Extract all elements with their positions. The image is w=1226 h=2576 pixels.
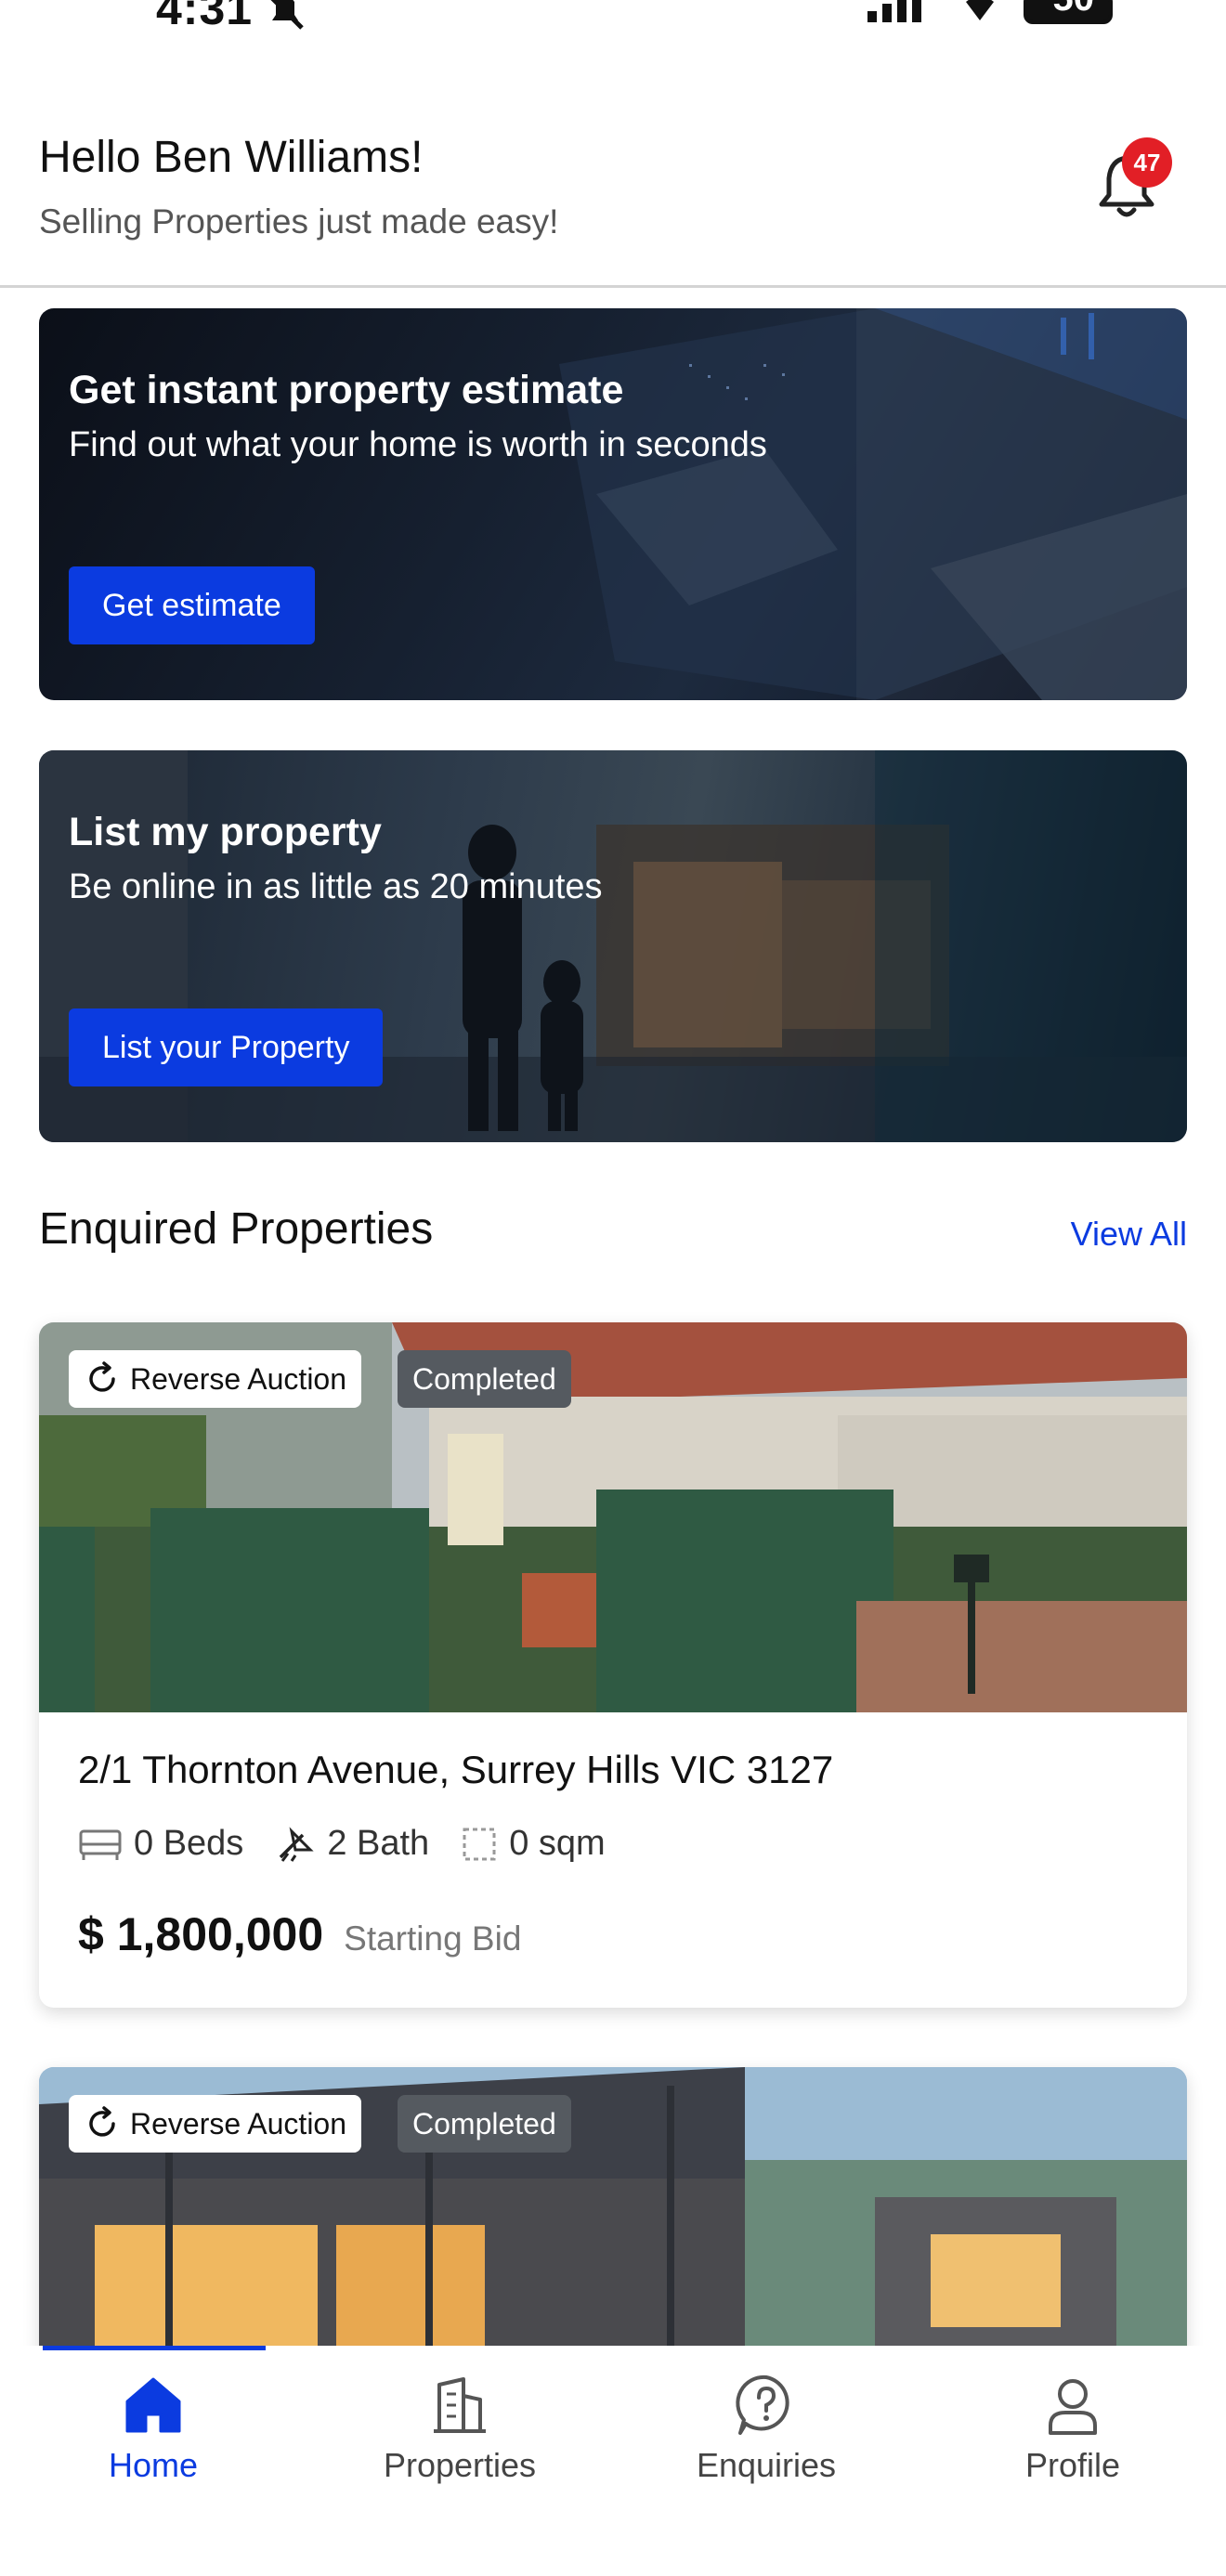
nav-home-label: Home bbox=[108, 2446, 199, 2484]
section-title: Enquired Properties bbox=[39, 1204, 434, 1254]
nav-profile-label: Profile bbox=[1024, 2446, 1121, 2484]
refresh-icon bbox=[89, 1361, 115, 1392]
get-estimate-button[interactable]: Get estimate bbox=[69, 566, 315, 644]
estimate-promo-card: Get instant property estimate Find out w… bbox=[39, 308, 1187, 700]
area-value: 0 sqm bbox=[509, 1824, 606, 1863]
nav-enquiries[interactable]: Enquiries bbox=[613, 2372, 920, 2485]
battery-icon: 50 bbox=[1024, 0, 1113, 24]
nav-profile[interactable]: Profile bbox=[920, 2372, 1226, 2485]
header: Hello Ben Williams! Selling Properties j… bbox=[0, 111, 1226, 288]
list-property-promo-card: List my property Be online in as little … bbox=[39, 750, 1187, 1142]
list-your-property-button[interactable]: List your Property bbox=[69, 1008, 384, 1086]
status-badge: Completed bbox=[398, 1350, 571, 1408]
home-icon bbox=[125, 2377, 181, 2433]
tagline: Selling Properties just made easy! bbox=[39, 202, 559, 241]
estimate-title: Get instant property estimate bbox=[69, 368, 624, 412]
status-time: 4:31 bbox=[156, 0, 254, 34]
question-icon bbox=[736, 2374, 789, 2435]
shower-icon bbox=[280, 1826, 314, 1862]
user-icon bbox=[1049, 2379, 1097, 2435]
bell-muted-icon bbox=[270, 0, 304, 30]
property-address: 2/1 Thornton Avenue, Surrey Hills VIC 31… bbox=[78, 1748, 834, 1791]
signal-icon bbox=[867, 0, 921, 22]
refresh-icon bbox=[89, 2106, 115, 2137]
notification-badge: 47 bbox=[1122, 137, 1172, 188]
reverse-auction-tag: Reverse Auction bbox=[69, 1350, 362, 1408]
estimate-subtitle: Find out what your home is worth in seco… bbox=[69, 425, 767, 464]
beds-count: 0 Beds bbox=[134, 1824, 244, 1863]
active-tab-indicator bbox=[43, 2346, 266, 2350]
area-icon bbox=[463, 1828, 496, 1860]
baths-spec: 2 Bath bbox=[275, 1824, 429, 1864]
baths-count: 2 Bath bbox=[327, 1824, 430, 1863]
nav-properties-label: Properties bbox=[383, 2446, 537, 2484]
auction-type-label: Reverse Auction bbox=[130, 1361, 347, 1396]
property-card[interactable]: Reverse Auction Completed 2/1 Thornton A… bbox=[39, 1322, 1187, 2008]
reverse-auction-tag: Reverse Auction bbox=[69, 2095, 362, 2153]
beds-spec: 0 Beds bbox=[78, 1824, 243, 1864]
area-spec: 0 sqm bbox=[461, 1824, 606, 1864]
nav-enquiries-label: Enquiries bbox=[696, 2446, 837, 2484]
property-price: $ 1,800,000 bbox=[78, 1908, 324, 1960]
property-image: Reverse Auction Completed bbox=[39, 1322, 1187, 1712]
list-property-title: List my property bbox=[69, 810, 382, 854]
auction-type-label: Reverse Auction bbox=[130, 2106, 347, 2140]
bed-icon bbox=[79, 1829, 122, 1860]
battery-level: 50 bbox=[1053, 0, 1095, 20]
wifi-icon bbox=[966, 0, 994, 20]
status-bar: 4:31 50 bbox=[0, 0, 1226, 56]
view-all-link[interactable]: View All bbox=[1071, 1215, 1187, 1254]
bottom-navigation: Home Properties Enquiries Profile bbox=[0, 2346, 1226, 2576]
building-icon bbox=[434, 2377, 486, 2433]
nav-home[interactable]: Home bbox=[0, 2372, 306, 2485]
nav-properties[interactable]: Properties bbox=[306, 2372, 613, 2485]
property-specs: 0 Beds 2 Bath 0 sqm bbox=[78, 1824, 606, 1864]
greeting: Hello Ben Williams! bbox=[39, 133, 424, 182]
price-label: Starting Bid bbox=[344, 1919, 522, 1958]
price-row: $ 1,800,000 Starting Bid bbox=[78, 1907, 521, 1961]
status-badge: Completed bbox=[398, 2095, 571, 2153]
list-property-subtitle: Be online in as little as 20 minutes bbox=[69, 867, 603, 906]
